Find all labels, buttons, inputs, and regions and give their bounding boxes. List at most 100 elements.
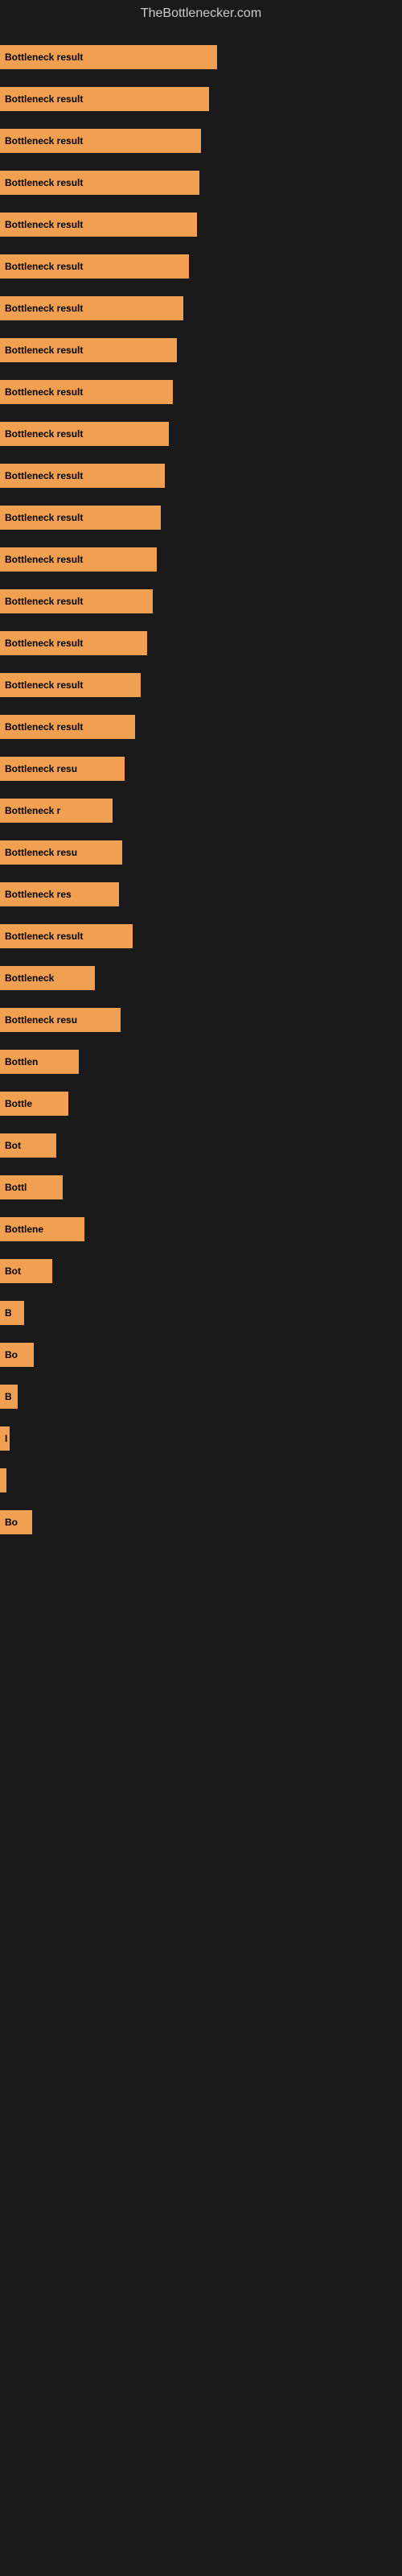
bar-gap-29 [0,1241,402,1259]
bar-gap-21 [0,906,402,924]
bar-row-14: Bottleneck result [0,631,402,655]
bar-label-29: Bot [0,1259,52,1283]
bar-row-0: Bottleneck result [0,45,402,69]
bar-label-35: Bo [0,1510,32,1534]
bar-gap-10 [0,446,402,464]
bar-gap-8 [0,362,402,380]
bar-gap-35 [0,1492,402,1510]
bar-row-30: B [0,1301,402,1325]
bar-gap-16 [0,697,402,715]
bar-row-1: Bottleneck result [0,87,402,111]
bar-row-5: Bottleneck result [0,254,402,279]
bar-label-30: B [0,1301,24,1325]
bar-gap-23 [0,990,402,1008]
bar-gap-22 [0,948,402,966]
bar-label-7: Bottleneck result [0,338,177,362]
bar-row-29: Bot [0,1259,402,1283]
bar-row-16: Bottleneck result [0,715,402,739]
bar-label-28: Bottlene [0,1217,84,1241]
bar-gap-18 [0,781,402,799]
bar-label-34 [0,1468,6,1492]
bar-gap-28 [0,1199,402,1217]
bar-gap-26 [0,1116,402,1133]
bar-gap-27 [0,1158,402,1175]
bar-row-19: Bottleneck resu [0,840,402,865]
bar-gap-4 [0,195,402,213]
bar-gap-5 [0,237,402,254]
bar-row-17: Bottleneck resu [0,757,402,781]
bar-gap-32 [0,1367,402,1385]
bar-label-16: Bottleneck result [0,715,135,739]
bar-label-31: Bo [0,1343,34,1367]
bar-gap-19 [0,823,402,840]
bar-row-25: Bottle [0,1092,402,1116]
site-title: TheBottlenecker.com [0,0,402,27]
bar-row-18: Bottleneck r [0,799,402,823]
bar-label-4: Bottleneck result [0,213,197,237]
bar-row-20: Bottleneck res [0,882,402,906]
bar-gap-6 [0,279,402,296]
bar-gap-0 [0,27,402,45]
bar-label-15: Bottleneck result [0,673,141,697]
bar-label-11: Bottleneck result [0,506,161,530]
bar-row-12: Bottleneck result [0,547,402,572]
bar-row-9: Bottleneck result [0,422,402,446]
bar-row-34 [0,1468,402,1492]
bar-row-2: Bottleneck result [0,129,402,153]
bar-label-5: Bottleneck result [0,254,189,279]
bar-gap-2 [0,111,402,129]
bars-container: Bottleneck result Bottleneck result Bottle… [0,27,402,1534]
bar-row-8: Bottleneck result [0,380,402,404]
bar-row-3: Bottleneck result [0,171,402,195]
bar-label-25: Bottle [0,1092,68,1116]
bar-label-9: Bottleneck result [0,422,169,446]
bar-gap-9 [0,404,402,422]
bar-label-0: Bottleneck result [0,45,217,69]
bar-label-24: Bottlen [0,1050,79,1074]
bar-label-6: Bottleneck result [0,296,183,320]
bar-gap-11 [0,488,402,506]
bar-row-33: I [0,1426,402,1451]
bar-label-17: Bottleneck resu [0,757,125,781]
bar-label-2: Bottleneck result [0,129,201,153]
bar-gap-17 [0,739,402,757]
bar-label-22: Bottleneck [0,966,95,990]
bar-label-23: Bottleneck resu [0,1008,121,1032]
bar-label-14: Bottleneck result [0,631,147,655]
bar-label-20: Bottleneck res [0,882,119,906]
bar-row-13: Bottleneck result [0,589,402,613]
bar-gap-31 [0,1325,402,1343]
bar-label-13: Bottleneck result [0,589,153,613]
bar-row-4: Bottleneck result [0,213,402,237]
bar-label-21: Bottleneck result [0,924,133,948]
bar-gap-14 [0,613,402,631]
bar-row-28: Bottlene [0,1217,402,1241]
bar-label-32: B [0,1385,18,1409]
bar-gap-34 [0,1451,402,1468]
bar-label-33: I [0,1426,10,1451]
bar-row-31: Bo [0,1343,402,1367]
bar-gap-30 [0,1283,402,1301]
bar-gap-20 [0,865,402,882]
bar-row-32: B [0,1385,402,1409]
bar-row-15: Bottleneck result [0,673,402,697]
bar-label-12: Bottleneck result [0,547,157,572]
bar-row-10: Bottleneck result [0,464,402,488]
bar-row-6: Bottleneck result [0,296,402,320]
bar-gap-12 [0,530,402,547]
bar-label-1: Bottleneck result [0,87,209,111]
bar-row-26: Bot [0,1133,402,1158]
bar-gap-33 [0,1409,402,1426]
bar-label-26: Bot [0,1133,56,1158]
bar-row-21: Bottleneck result [0,924,402,948]
bar-row-35: Bo [0,1510,402,1534]
bar-row-22: Bottleneck [0,966,402,990]
bar-row-27: Bottl [0,1175,402,1199]
bar-label-19: Bottleneck resu [0,840,122,865]
bar-label-27: Bottl [0,1175,63,1199]
bar-gap-15 [0,655,402,673]
bar-row-23: Bottleneck resu [0,1008,402,1032]
bar-gap-7 [0,320,402,338]
bar-gap-25 [0,1074,402,1092]
bar-label-8: Bottleneck result [0,380,173,404]
